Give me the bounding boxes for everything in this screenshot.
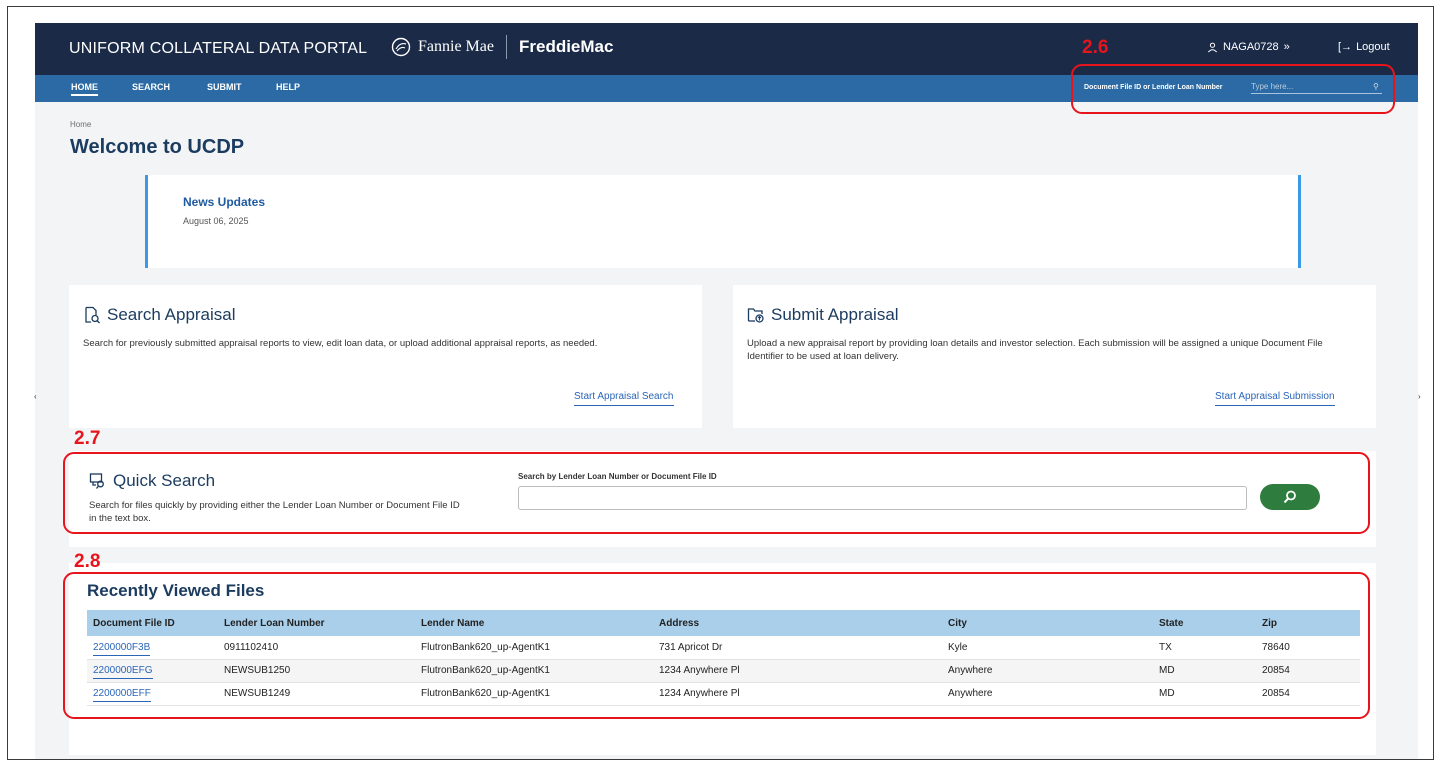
nav-submit[interactable]: SUBMIT — [207, 82, 242, 92]
user-name: NAGA0728 — [1223, 41, 1279, 53]
portal-title: UNIFORM COLLATERAL DATA PORTAL — [69, 40, 368, 57]
submit-appraisal-description: Upload a new appraisal report by providi… — [747, 338, 1323, 362]
nav-home[interactable]: HOME — [71, 82, 98, 96]
breadcrumb[interactable]: Home — [70, 120, 91, 129]
annotation-box — [63, 572, 1370, 719]
search-appraisal-description: Search for previously submitted appraisa… — [83, 338, 598, 349]
start-appraisal-search-link[interactable]: Start Appraisal Search — [574, 391, 674, 406]
news-panel: News Updates August 06, 2025 — [145, 175, 1301, 268]
page-title: Welcome to UCDP — [70, 136, 245, 158]
carousel-prev-marker[interactable]: ‹ — [34, 392, 37, 401]
news-date: August 06, 2025 — [183, 216, 249, 226]
document-search-icon — [85, 306, 100, 324]
search-appraisal-heading: Search Appraisal — [83, 305, 236, 325]
folder-upload-icon — [747, 308, 764, 323]
brand-logos: Fannie Mae FreddieMac — [391, 35, 613, 59]
fannie-mae-brand: Fannie Mae — [418, 38, 494, 55]
nav-search[interactable]: SEARCH — [132, 82, 170, 92]
search-appraisal-title: Search Appraisal — [107, 305, 236, 324]
submit-appraisal-title: Submit Appraisal — [771, 305, 899, 324]
annotation-label: 2.8 — [74, 551, 101, 572]
screenshot-frame: UNIFORM COLLATERAL DATA PORTAL Fannie Ma… — [7, 6, 1434, 760]
user-icon — [1208, 42, 1217, 52]
chevron-down-icon: » — [1283, 41, 1290, 53]
fannie-mae-logo-icon — [391, 37, 411, 57]
logout-link[interactable]: [→ Logout — [1338, 41, 1390, 53]
logout-label: Logout — [1356, 41, 1390, 53]
submit-appraisal-heading: Submit Appraisal — [747, 305, 899, 325]
brand-divider — [505, 35, 507, 59]
carousel-next-marker[interactable]: › — [1418, 392, 1421, 401]
freddie-mac-brand: FreddieMac — [518, 37, 614, 56]
search-appraisal-card: Search Appraisal Search for previously s… — [69, 285, 702, 428]
nav-help[interactable]: HELP — [276, 82, 300, 92]
annotation-box — [63, 452, 1370, 534]
logout-icon: [→ — [1338, 41, 1353, 53]
user-menu[interactable]: NAGA0728 » — [1207, 41, 1290, 53]
annotation-label: 2.6 — [1082, 37, 1109, 58]
submit-appraisal-card: Submit Appraisal Upload a new appraisal … — [733, 285, 1376, 428]
annotation-box — [1071, 64, 1395, 114]
start-appraisal-submission-link[interactable]: Start Appraisal Submission — [1215, 391, 1335, 406]
news-title: News Updates — [183, 195, 266, 209]
annotation-label: 2.7 — [74, 428, 101, 449]
